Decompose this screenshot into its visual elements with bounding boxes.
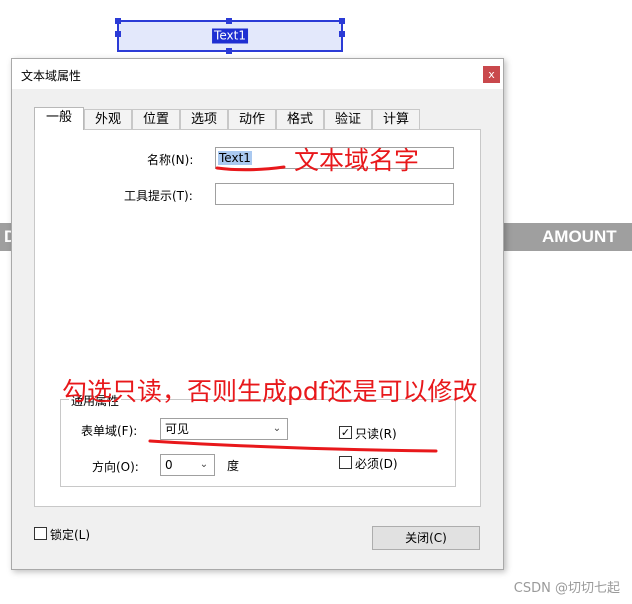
annotation-underlines xyxy=(148,165,438,453)
name-underline xyxy=(215,165,286,172)
tab-general[interactable]: 一般 xyxy=(34,107,84,130)
readonly-underline xyxy=(148,439,438,453)
